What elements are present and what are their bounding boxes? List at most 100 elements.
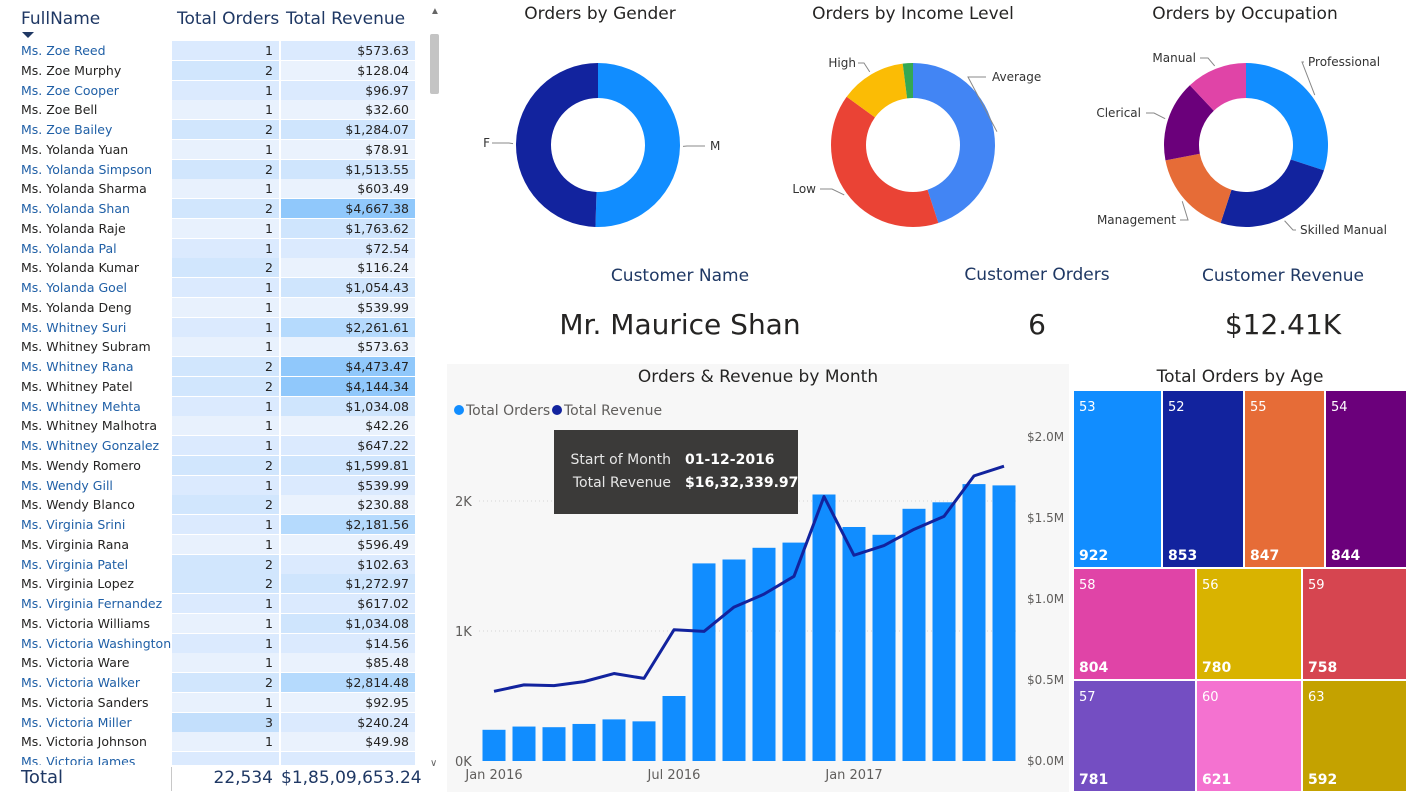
orders-bar[interactable]: [812, 494, 836, 762]
treemap-cell[interactable]: 60 621: [1196, 680, 1302, 792]
treemap-cell[interactable]: 55 847: [1244, 390, 1325, 568]
table-row[interactable]: Ms. Yolanda Simpson 2 $1,513.55: [0, 159, 420, 179]
treemap-cell[interactable]: 52 853: [1162, 390, 1244, 568]
scroll-up-icon[interactable]: ▲: [430, 6, 440, 17]
table-row[interactable]: Ms. Virginia Lopez 2 $1,272.97: [0, 574, 420, 594]
table-row[interactable]: Ms. Yolanda Sharma 1 $603.49: [0, 179, 420, 199]
cell-total-orders: 1: [172, 436, 279, 455]
cell-fullname: Ms. Victoria Washington: [21, 635, 172, 651]
table-row[interactable]: Ms. Virginia Srini 1 $2,181.56: [0, 515, 420, 534]
donut_gender-slice[interactable]: [516, 63, 598, 227]
orders-bar[interactable]: [902, 508, 926, 761]
scroll-down-icon[interactable]: ∨: [430, 758, 437, 769]
table-row[interactable]: Ms. Zoe Bailey 2 $1,284.07: [0, 120, 420, 139]
cell-total-revenue: $2,814.48: [281, 673, 415, 692]
table-row[interactable]: Ms. Wendy Gill 1 $539.99: [0, 475, 420, 495]
orders-bar[interactable]: [542, 727, 566, 761]
orders-bar[interactable]: [692, 563, 716, 761]
gender-donut-chart[interactable]: MF: [447, 30, 757, 260]
orders-bar[interactable]: [842, 527, 866, 761]
orders-bar[interactable]: [932, 502, 956, 761]
orders-bar[interactable]: [962, 484, 986, 761]
leader-line: [1284, 220, 1296, 231]
orders-bar[interactable]: [992, 485, 1016, 761]
total-label: Total: [21, 767, 64, 788]
orders-revenue-by-month-chart[interactable]: Orders & Revenue by Month 0K 1K 2K $0.0M $0.…: [447, 364, 1069, 792]
table-row[interactable]: Ms. Wendy Romero 2 $1,599.81: [0, 455, 420, 475]
treemap-cell[interactable]: 59 758: [1302, 568, 1407, 680]
column-header-fullname[interactable]: FullName: [21, 9, 100, 29]
combo-chart-svg[interactable]: 0K1K2K$0.0M$0.5M$1.0M$1.5M$2.0MJan 2016 J…: [447, 364, 1069, 792]
table-row[interactable]: Ms. Yolanda Pal 1 $72.54: [0, 238, 420, 258]
table-row[interactable]: Ms. Yolanda Shan 2 $4,667.38: [0, 199, 420, 218]
cell-total-orders: 1: [172, 100, 279, 120]
table-row[interactable]: Ms. Victoria Washington 1 $14.56: [0, 633, 420, 653]
table-row[interactable]: Ms. Whitney Malhotra 1 $42.26: [0, 416, 420, 436]
table-scrollbar[interactable]: ▲ ∨: [428, 6, 441, 776]
orders-bar[interactable]: [572, 723, 596, 761]
table-total-row: Total 22,534 $1,85,09,653.24: [0, 765, 422, 792]
table-row[interactable]: Ms. Yolanda Kumar 2 $116.24: [0, 258, 420, 278]
orders-bar[interactable]: [722, 559, 746, 762]
table-row[interactable]: Ms. Whitney Patel 2 $4,144.34: [0, 376, 420, 396]
orders-bar[interactable]: [872, 534, 896, 761]
orders-bar[interactable]: [482, 729, 506, 761]
column-header-total-revenue[interactable]: Total Revenue: [286, 9, 405, 29]
orders-bar[interactable]: [752, 547, 776, 761]
treemap-value-label: 804: [1079, 660, 1109, 676]
occupation-chart-title: Orders by Occupation: [1152, 4, 1338, 24]
cell-total-orders: 2: [172, 199, 279, 218]
table-row[interactable]: Ms. Zoe Murphy 2 $128.04: [0, 60, 420, 80]
table-row[interactable]: Ms. Victoria Johnson 1 $49.98: [0, 732, 420, 752]
orders-bar[interactable]: [662, 696, 686, 761]
table-row[interactable]: Ms. Wendy Blanco 2 $230.88: [0, 495, 420, 515]
table-row[interactable]: Ms. Victoria James: [0, 752, 420, 765]
orders-bar[interactable]: [602, 719, 626, 761]
table-row[interactable]: Ms. Victoria Williams 1 $1,034.08: [0, 613, 420, 633]
legend-label[interactable]: Total Orders: [465, 403, 550, 419]
table-row[interactable]: Ms. Yolanda Yuan 1 $78.91: [0, 139, 420, 159]
orders-bar[interactable]: [632, 721, 656, 761]
sort-descending-icon[interactable]: [22, 32, 34, 38]
occupation-donut-chart[interactable]: Professional Skilled Manual Management Cler…: [1080, 30, 1407, 260]
table-row[interactable]: Ms. Yolanda Goel 1 $1,054.43: [0, 278, 420, 297]
treemap-cell[interactable]: 63 592: [1302, 680, 1407, 792]
table-row[interactable]: Ms. Zoe Reed 1 $573.63: [0, 41, 420, 60]
treemap-cell[interactable]: 58 804: [1073, 568, 1196, 680]
donut_occupation-slice[interactable]: [1246, 63, 1328, 171]
cell-total-orders: 1: [172, 218, 279, 238]
orders-bar[interactable]: [512, 726, 536, 761]
slice-label: High: [828, 56, 856, 70]
table-row[interactable]: Ms. Yolanda Raje 1 $1,763.62: [0, 218, 420, 238]
treemap-cell[interactable]: 56 780: [1196, 568, 1302, 680]
table-row[interactable]: Ms. Virginia Rana 1 $596.49: [0, 534, 420, 554]
table-row[interactable]: Ms. Victoria Miller 3 $240.24: [0, 712, 420, 732]
orders-by-age-treemap[interactable]: 53 922 52 853 55 847 54 844 58 804 56 780 59 758 57 781…: [1073, 390, 1407, 792]
table-row[interactable]: Ms. Whitney Suri 1 $2,261.61: [0, 317, 420, 337]
table-row[interactable]: Ms. Zoe Cooper 1 $96.97: [0, 80, 420, 100]
treemap-cell[interactable]: 57 781: [1073, 680, 1196, 792]
donut_gender-slice[interactable]: [595, 63, 681, 228]
donut_income-slice[interactable]: [831, 96, 939, 228]
scroll-thumb[interactable]: [430, 34, 439, 94]
table-row[interactable]: Ms. Victoria Walker 2 $2,814.48: [0, 673, 420, 692]
table-row[interactable]: Ms. Victoria Sanders 1 $92.95: [0, 692, 420, 712]
treemap-cell[interactable]: 53 922: [1073, 390, 1162, 568]
table-row[interactable]: Ms. Whitney Rana 2 $4,473.47: [0, 357, 420, 376]
table-row[interactable]: Ms. Whitney Mehta 1 $1,034.08: [0, 396, 420, 416]
table-row[interactable]: Ms. Whitney Subram 1 $573.63: [0, 337, 420, 357]
column-header-total-orders[interactable]: Total Orders: [177, 9, 279, 29]
cell-fullname: Ms. Whitney Mehta: [21, 398, 141, 414]
table-row[interactable]: Ms. Yolanda Deng 1 $539.99: [0, 297, 420, 317]
cell-fullname: Ms. Yolanda Raje: [21, 220, 126, 236]
legend-label[interactable]: Total Revenue: [563, 403, 662, 419]
donut_occupation-slice[interactable]: [1220, 159, 1324, 227]
table-row[interactable]: Ms. Whitney Gonzalez 1 $647.22: [0, 436, 420, 455]
table-row[interactable]: Ms. Virginia Fernandez 1 $617.02: [0, 594, 420, 613]
treemap-cell[interactable]: 54 844: [1325, 390, 1407, 568]
treemap-age-label: 60: [1202, 690, 1219, 705]
income-donut-chart[interactable]: Average Low High: [760, 30, 1070, 260]
table-row[interactable]: Ms. Victoria Ware 1 $85.48: [0, 653, 420, 673]
table-row[interactable]: Ms. Zoe Bell 1 $32.60: [0, 100, 420, 120]
table-row[interactable]: Ms. Virginia Patel 2 $102.63: [0, 554, 420, 574]
